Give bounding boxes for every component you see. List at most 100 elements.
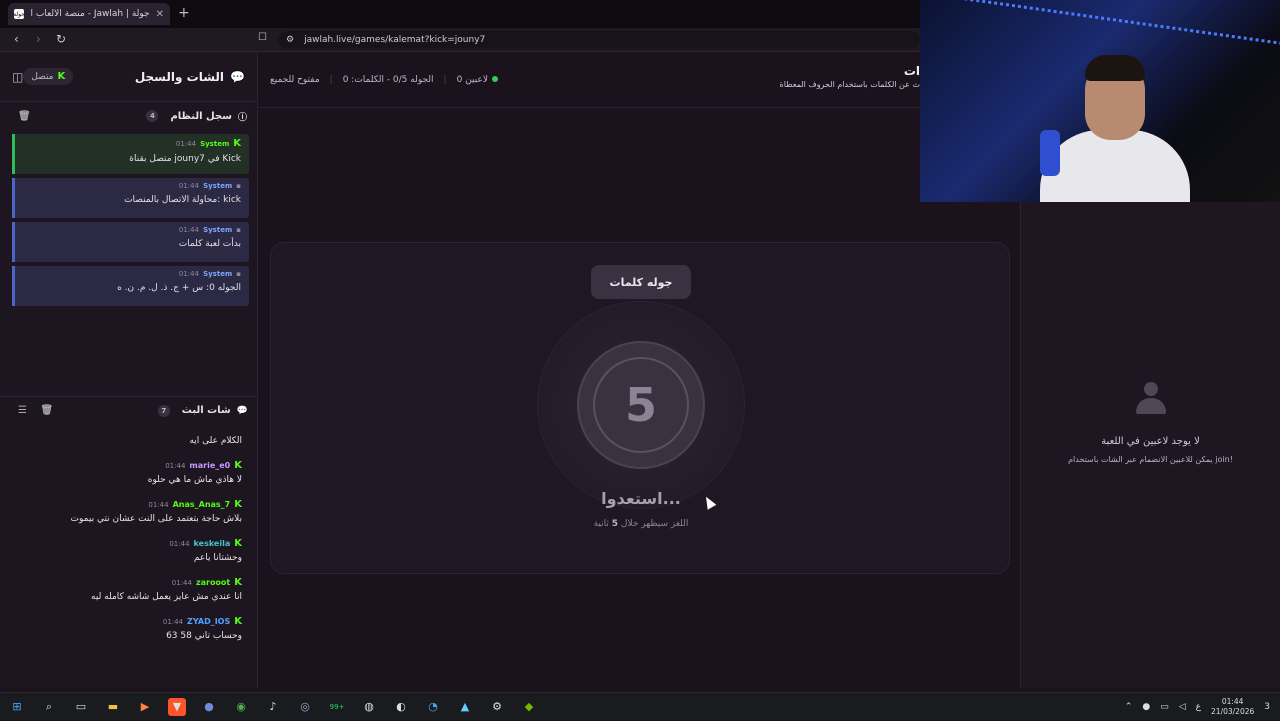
kick-icon: K: [57, 71, 66, 82]
clock[interactable]: 01:44 21/03/2026: [1211, 697, 1254, 717]
discord-icon[interactable]: ●: [200, 698, 218, 716]
app-icon[interactable]: ◐: [392, 698, 410, 716]
collapse-sidebar-icon[interactable]: ◫: [12, 70, 23, 84]
steam-icon[interactable]: ◎: [296, 698, 314, 716]
game-stage: جوله كلمات 5 استعدوا... اللغز سيظهر خلال…: [270, 242, 1010, 574]
chat-message: 01:44 keskeila K وحشتانا ياعم: [10, 538, 242, 563]
sidebar-header: ◫ متصل K الشات والسجل 💬: [0, 52, 257, 102]
chat-bubble-icon: 💬: [230, 69, 245, 84]
reload-icon[interactable]: ↻: [56, 32, 66, 46]
countdown-number: 5: [593, 357, 689, 453]
task-view-icon[interactable]: ▭: [72, 698, 90, 716]
sidebar-title: الشات والسجل 💬: [135, 70, 245, 84]
notification-icon[interactable]: 3: [1264, 702, 1270, 712]
clear-chat-icon[interactable]: 🗑: [40, 405, 53, 416]
chat-username[interactable]: Anas_Anas_7: [173, 500, 231, 509]
brave-icon[interactable]: ▼: [168, 697, 186, 716]
kick-icon: K: [234, 538, 242, 549]
browser-tab[interactable]: جولة جولة | Jawlah - منصة الألعاب التفا …: [8, 3, 170, 25]
kick-icon: K: [234, 616, 242, 627]
round-info: الجوله 0/5 - الكلمات: 0: [342, 74, 434, 85]
system-message: 01:44 System ▪ محاولة الاتصال بالمنصات: ki…: [12, 178, 249, 218]
chrome-icon[interactable]: ◉: [232, 698, 250, 716]
clear-log-icon[interactable]: 🗑: [18, 111, 31, 122]
chat-message: 01:44 ZYAD_IOS K 63 وحساب تاني 58: [10, 616, 242, 641]
chat-message-text: 63 وحساب تاني 58: [166, 631, 242, 641]
chat-username[interactable]: zarooot: [196, 578, 230, 587]
microphone-icon[interactable]: ●: [1142, 702, 1150, 712]
game-subtitle: ث عن الكلمات باستخدام الحروف المعطاة: [779, 80, 920, 89]
chat-message-text: لا هاذي ماش ما هي حلوه: [147, 475, 242, 485]
search-icon[interactable]: ⌕: [40, 698, 58, 716]
back-icon[interactable]: ‹: [14, 32, 19, 46]
no-players-hint: يمكن للاعبين الانضمام عبر الشات باستخدام…: [1068, 455, 1233, 464]
chat-bubble-icon: 💬: [236, 405, 248, 416]
tiktok-icon[interactable]: ♪: [264, 698, 282, 716]
streamer-hair: [1085, 55, 1145, 81]
chat-tools: ☰ 🗑: [18, 405, 53, 416]
system-log-count: 4: [146, 110, 159, 122]
whatsapp-icon[interactable]: 99+: [328, 698, 346, 716]
tab-title: جولة | Jawlah - منصة الألعاب التفا: [30, 9, 150, 19]
open-to-all-label: مفتوح للجميع: [270, 74, 320, 85]
network-icon[interactable]: ▭: [1160, 702, 1169, 712]
stream-chat-header: ☰ 🗑 7 شات البث 💬: [0, 396, 258, 424]
browser-tab-bar: جولة جولة | Jawlah - منصة الألعاب التفا …: [0, 0, 920, 28]
tray-chevron-icon[interactable]: ⌃: [1125, 702, 1133, 712]
chat-message-text: بلاش حاجة بتعتمد على النت عشان نتي بيموت: [70, 514, 242, 524]
file-explorer-icon[interactable]: ▬: [104, 698, 122, 716]
online-dot: [491, 75, 498, 82]
volume-icon[interactable]: ◁: [1179, 702, 1186, 712]
site-info-icon[interactable]: ⚙: [286, 35, 294, 45]
settings-icon[interactable]: ⚙: [488, 698, 506, 716]
system-message-text: الجوله 0: س + ج. ذ. ل. م. ن. ه: [117, 283, 241, 293]
system-message: 01:44 System ▪ الجوله 0: س + ج. ذ. ل. م. ن…: [12, 266, 249, 306]
sidebar-title-text: الشات والسجل: [134, 69, 225, 84]
chat-message: الكلام على ايه: [10, 436, 242, 446]
streamer-body: [1040, 130, 1190, 202]
chat-message: 01:44 Anas_Anas_7 K بلاش حاجة بتعتمد على ا…: [10, 499, 242, 524]
chat-username[interactable]: ZYAD_IOS: [187, 617, 230, 626]
obs-icon[interactable]: ◍: [360, 698, 378, 716]
system-tray: ⌃ ● ▭ ◁ ع 01:44 21/03/2026 3: [1125, 693, 1270, 721]
language-indicator[interactable]: ع: [1196, 702, 1201, 712]
kick-icon: K: [233, 138, 241, 149]
new-tab-button[interactable]: +: [178, 5, 190, 21]
round-badge: جوله كلمات: [591, 265, 691, 299]
windows-icon[interactable]: ⊞: [8, 698, 26, 716]
kick-icon: K: [234, 499, 242, 510]
forward-icon[interactable]: ›: [36, 32, 41, 46]
nvidia-icon[interactable]: ◆: [520, 698, 538, 716]
system-message-text: متصل بقناة jouny7 في Kick: [129, 154, 241, 164]
bookmark-icon[interactable]: ☐: [258, 32, 267, 43]
app2-icon[interactable]: ▲: [456, 698, 474, 716]
chat-message: 01:44 marie_e0 K لا هاذي ماش ما هي حلوه: [10, 460, 242, 485]
system-icon: ▪: [236, 182, 241, 190]
chat-settings-icon[interactable]: ☰: [18, 405, 27, 416]
user-icon: [1135, 382, 1166, 416]
windows-taskbar: ⊞ ⌕ ▭ ▬ ▶ ▼ ● ◉ ♪ ◎ 99+ ◍ ◐ ◔ ▲ ⚙ ◆ ⌃ ● …: [0, 692, 1280, 720]
edge-icon[interactable]: ◔: [424, 698, 442, 716]
chat-username[interactable]: marie_e0: [189, 461, 230, 470]
connection-status: متصل K: [23, 68, 74, 85]
chat-message-text: الكلام على ايه: [189, 436, 242, 446]
status-label: متصل: [31, 71, 54, 82]
address-bar[interactable]: ⚙ jawlah.live/games/kalemat?kick=jouny7: [278, 31, 920, 49]
countdown-hint: اللغز سيظهر خلال 5 ثانية: [593, 519, 689, 529]
system-icon: ▪: [236, 270, 241, 278]
info-icon: ⓘ: [237, 112, 247, 123]
no-players-title: لا يوجد لاعبين في اللعبة: [1101, 436, 1200, 447]
players-panel: لا يوجد لاعبين في اللعبة يمكن للاعبين ال…: [1020, 202, 1280, 688]
game-title-block: ات ث عن الكلمات باستخدام الحروف المعطاة: [780, 64, 920, 89]
url-text: jawlah.live/games/kalemat?kick=jouny7: [304, 35, 486, 45]
tab-close-icon[interactable]: ✕: [156, 9, 164, 20]
favicon-icon: جولة: [13, 9, 25, 19]
chat-sidebar: ◫ متصل K الشات والسجل 💬 🗑 4 سجل النظام ⓘ…: [0, 52, 258, 688]
chat-username[interactable]: keskeila: [194, 539, 231, 548]
online-count: 0 لاعبين: [457, 75, 502, 85]
stream-chat-count: 7: [157, 404, 170, 417]
media-player-icon[interactable]: ▶: [136, 698, 154, 716]
microphone: [1040, 130, 1060, 176]
game-title: ات: [903, 64, 920, 78]
kick-icon: K: [234, 460, 242, 471]
